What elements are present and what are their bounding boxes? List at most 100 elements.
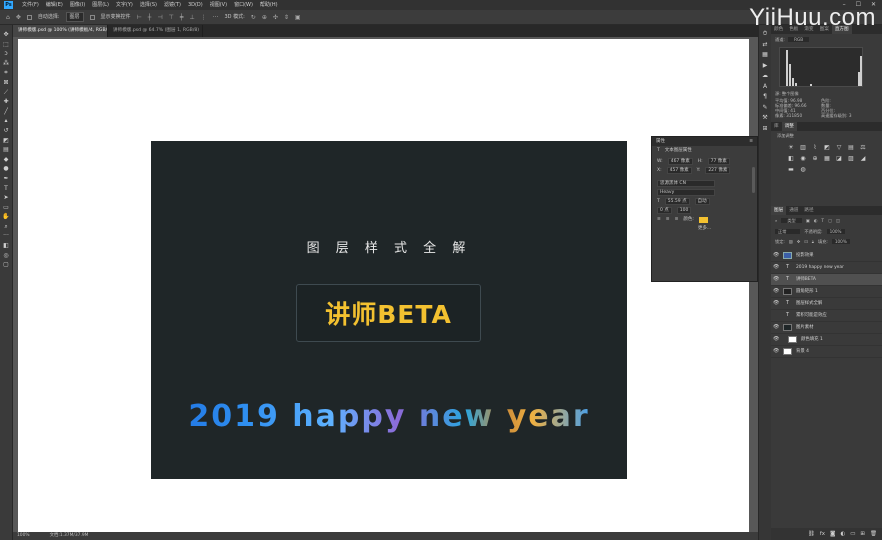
lock-all-icon[interactable]: 🔒︎ — [812, 239, 814, 244]
scale-3d-icon[interactable]: ▣ — [295, 10, 301, 25]
align-center-icon[interactable]: ┼ — [148, 10, 152, 25]
new-group-icon[interactable]: ▭ — [850, 528, 855, 540]
width-field[interactable]: 467 像素 — [667, 158, 693, 165]
menu-file[interactable]: 文件(F) — [22, 0, 39, 10]
leading-field[interactable]: 自动 — [694, 198, 710, 205]
eyedropper-icon[interactable]: ⟋ — [1, 89, 12, 96]
libraries-panel-icon[interactable]: ☁ — [762, 72, 768, 79]
tab-adjustments[interactable]: 调整 — [781, 122, 797, 131]
layer-row[interactable]: 👁︎ T 2019 happy new year — [771, 262, 882, 274]
levels-icon[interactable]: ▥ — [799, 144, 807, 151]
layer-row[interactable]: 👁︎ 颜色填充 1 — [771, 334, 882, 346]
visibility-eye-icon[interactable]: 👁︎ — [773, 322, 779, 334]
channel-mixer-icon[interactable]: ⊕ — [811, 155, 819, 162]
frame-tool-icon[interactable]: ⊠ — [1, 79, 12, 86]
layer-row-selected[interactable]: 👁︎ T 讲师BETA — [771, 274, 882, 286]
autoselect-dropdown[interactable]: 图层 — [65, 12, 84, 22]
lasso-tool-icon[interactable]: ↄ — [1, 50, 12, 57]
tab-libraries[interactable]: 库 — [771, 122, 782, 131]
more-button[interactable]: 更多... — [698, 224, 711, 233]
posterize-icon[interactable]: ▨ — [847, 155, 855, 162]
blur-tool-icon[interactable]: ◆ — [1, 156, 12, 163]
home-icon[interactable]: ⌂ — [6, 10, 10, 25]
tab-paths[interactable]: 路径 — [801, 206, 816, 215]
layer-row[interactable]: 👁︎ T 图层样式全解 — [771, 298, 882, 310]
layer-row[interactable]: T 累积可能是效应 — [771, 310, 882, 322]
selective-color-icon[interactable]: ◍ — [799, 166, 807, 173]
layer-name[interactable]: 2019 happy new year — [796, 262, 844, 274]
threshold-icon[interactable]: ◢ — [859, 155, 867, 162]
move-tool-icon[interactable]: ✥ — [1, 31, 12, 38]
filter-smart-icon[interactable]: ◫ — [836, 218, 840, 223]
quick-mask-icon[interactable]: ◎ — [1, 252, 12, 259]
crop-tool-icon[interactable]: ⌗ — [1, 69, 12, 76]
x-field[interactable]: 457 像素 — [666, 167, 692, 174]
hue-icon[interactable]: ▤ — [847, 144, 855, 151]
channel-dropdown[interactable]: RGB — [788, 37, 810, 42]
history-brush-icon[interactable]: ↺ — [1, 127, 12, 134]
tab-document-2[interactable]: 讲师模版.psd @ 64.7% (图层 1, RGB/8) — [108, 25, 203, 37]
menu-filter[interactable]: 滤镜(T) — [164, 0, 181, 10]
hand-tool-icon[interactable]: ✋ — [1, 213, 12, 220]
font-size-field[interactable]: 55.59 点 — [664, 198, 690, 205]
visibility-eye-icon[interactable]: 👁︎ — [773, 262, 779, 274]
gradient-tool-icon[interactable]: ▤ — [1, 146, 12, 153]
align-bottom-icon[interactable]: ⊥ — [190, 10, 195, 25]
more-tools-icon[interactable]: ··· — [1, 232, 12, 239]
visibility-eye-icon[interactable]: 👁︎ — [773, 286, 779, 298]
distribute-icon[interactable]: ⋮ — [201, 10, 207, 25]
layer-name[interactable]: 图片素材 — [796, 322, 814, 334]
tracking-field[interactable]: 100 — [676, 207, 692, 214]
align-middle-icon[interactable]: ╪ — [180, 10, 184, 25]
bw-icon[interactable]: ◧ — [787, 155, 795, 162]
visibility-eye-icon[interactable]: 👁︎ — [773, 250, 779, 262]
magic-wand-icon[interactable]: ⁂ — [1, 60, 12, 67]
lock-pixels-icon[interactable]: ▨ — [789, 239, 793, 244]
font-family-dropdown[interactable]: 思源黑体 CN — [657, 180, 715, 187]
fill-field[interactable]: 100% — [831, 239, 850, 244]
marquee-tool-icon[interactable]: ⬚ — [1, 41, 12, 48]
layer-name[interactable]: 颜色填充 1 — [801, 334, 823, 346]
layer-filter-dropdown[interactable]: 类型 — [781, 218, 802, 223]
autoselect-checkbox[interactable] — [26, 14, 32, 20]
filter-adjust-icon[interactable]: ◐ — [814, 218, 818, 223]
dodge-tool-icon[interactable]: ● — [1, 165, 12, 172]
layer-row[interactable]: 👁︎ 背景 4 — [771, 346, 882, 358]
align-right-text-icon[interactable]: ≡ — [675, 215, 679, 224]
add-mask-icon[interactable]: ◙ — [830, 528, 835, 540]
filter-pixel-icon[interactable]: ▣ — [806, 218, 810, 223]
layer-row[interactable]: 👁︎ 圆角矩形 1 — [771, 286, 882, 298]
photo-filter-icon[interactable]: ◉ — [799, 155, 807, 162]
layer-name[interactable]: 投影效果 — [796, 250, 814, 262]
menu-edit[interactable]: 编辑(E) — [46, 0, 63, 10]
pan-3d-icon[interactable]: ✣ — [273, 10, 278, 25]
align-left-text-icon[interactable]: ≡ — [657, 215, 661, 224]
exposure-icon[interactable]: ◩ — [823, 144, 831, 151]
curves-icon[interactable]: ⌇ — [811, 144, 819, 151]
link-layers-icon[interactable]: ⛓ — [808, 528, 815, 540]
artboard-image[interactable]: 图 层 样 式 全 解 讲师BETA 2019 happy new year — [151, 141, 627, 479]
stamp-tool-icon[interactable]: ▴ — [1, 117, 12, 124]
fx-icon[interactable]: fx — [820, 528, 825, 540]
rotate-3d-icon[interactable]: ↻ — [251, 10, 256, 25]
visibility-eye-icon[interactable]: 👁︎ — [773, 298, 779, 310]
color-lookup-icon[interactable]: ▦ — [823, 155, 831, 162]
visibility-eye-icon[interactable]: 👁︎ — [773, 334, 779, 346]
text-color-swatch[interactable] — [698, 216, 708, 223]
layer-name[interactable]: 背景 4 — [796, 346, 809, 358]
path-select-icon[interactable]: ➤ — [1, 194, 12, 201]
lock-artboard-icon[interactable]: ⊡ — [804, 239, 808, 244]
shape-tool-icon[interactable]: ▭ — [1, 204, 12, 211]
slide-3d-icon[interactable]: ⇕ — [284, 10, 289, 25]
tab-document-1[interactable]: 讲师模版.psd @ 100% (讲师模板/4, RGB/8) — [13, 25, 108, 37]
new-layer-icon[interactable]: ⊞ — [860, 528, 865, 540]
invert-icon[interactable]: ◪ — [835, 155, 843, 162]
opacity-field[interactable]: 100% — [826, 229, 845, 234]
brightness-icon[interactable]: ☀ — [787, 144, 795, 151]
actions-panel-icon[interactable]: ▶ — [763, 62, 768, 69]
info-panel-icon[interactable]: ▦ — [762, 51, 768, 58]
menu-type[interactable]: 文字(Y) — [116, 0, 133, 10]
panel-menu-icon[interactable]: ≡ — [749, 137, 753, 146]
clone-source-icon[interactable]: ⊞ — [762, 125, 767, 132]
menu-3d[interactable]: 3D(D) — [188, 0, 203, 10]
